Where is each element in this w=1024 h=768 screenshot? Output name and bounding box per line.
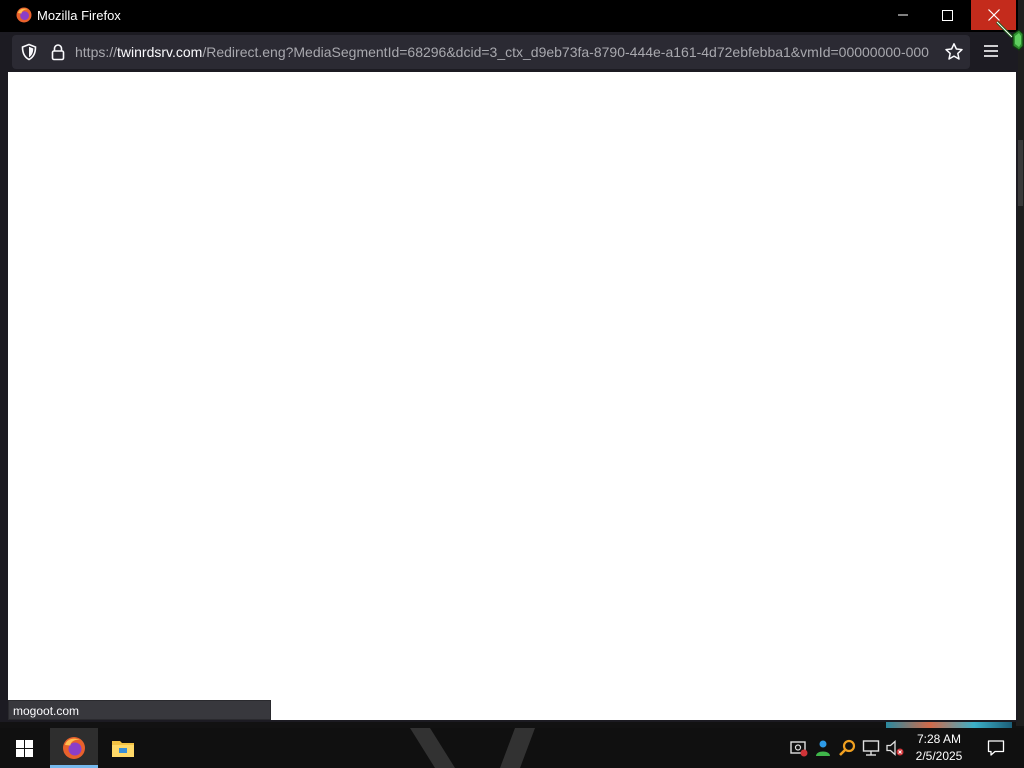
star-icon[interactable] [944, 42, 964, 62]
maximize-icon [942, 9, 953, 21]
url-path: /Redirect.eng?MediaSegmentId=68296&dcid=… [202, 44, 929, 60]
url-host: twinrdsrv.com [117, 44, 203, 60]
address-bar[interactable]: https://twinrdsrv.com/Redirect.eng?Media… [12, 35, 970, 69]
people-icon[interactable] [814, 739, 832, 757]
taskbar: 7:28 AM 2/5/2025 [0, 728, 1024, 768]
file-explorer-icon [112, 741, 134, 757]
firefox-icon [63, 737, 85, 759]
window-title: Mozilla Firefox [37, 8, 121, 23]
url-text[interactable]: https://twinrdsrv.com/Redirect.eng?Media… [75, 44, 941, 61]
lock-icon[interactable] [50, 43, 66, 61]
taskbar-watermark [410, 728, 535, 768]
page-content[interactable] [8, 72, 1016, 720]
clock-time: 7:28 AM [916, 732, 962, 746]
start-windows-icon [15, 739, 33, 757]
minimize-button[interactable] [880, 0, 925, 30]
search-icon[interactable] [838, 739, 856, 757]
status-url-text: mogoot.com [13, 704, 80, 718]
taskbar-file-explorer-button[interactable] [99, 728, 147, 768]
taskbar-firefox-button[interactable] [50, 728, 98, 768]
shield-icon[interactable] [20, 43, 38, 61]
firefox-window: Mozilla Firefox https://twinrdsrv.com/Re… [0, 0, 1018, 722]
url-scheme: https:// [75, 44, 118, 60]
security-icon[interactable] [790, 739, 808, 757]
maximize-button[interactable] [925, 0, 970, 30]
mouse-cursor-icon [995, 20, 1024, 51]
navigation-toolbar: https://twinrdsrv.com/Redirect.eng?Media… [0, 32, 1018, 72]
volume-muted-icon[interactable] [886, 739, 904, 757]
link-status-bar: mogoot.com [8, 700, 271, 720]
firefox-icon [16, 7, 32, 23]
taskbar-clock[interactable]: 7:28 AM 2/5/2025 [908, 731, 970, 765]
clock-date: 2/5/2025 [915, 749, 963, 763]
title-bar[interactable]: Mozilla Firefox [0, 0, 1018, 32]
notification-icon [987, 740, 1005, 756]
start-button[interactable] [0, 728, 48, 768]
notification-center-button[interactable] [976, 728, 1016, 768]
network-icon[interactable] [862, 739, 880, 757]
minimize-icon [897, 14, 908, 16]
